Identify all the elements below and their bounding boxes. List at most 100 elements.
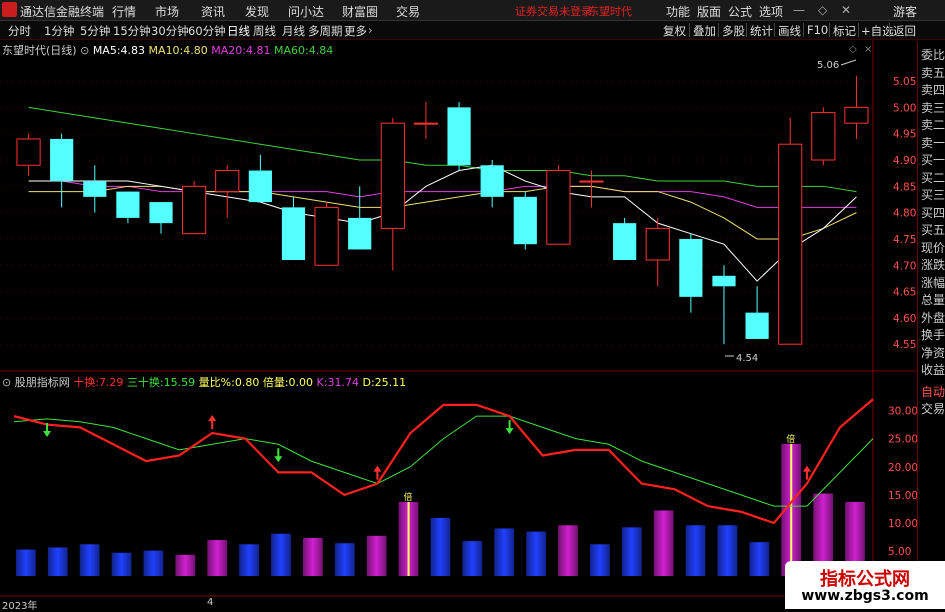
- volume-bar: [430, 517, 451, 576]
- candlesticks: [16, 75, 869, 345]
- volume-bar: [143, 550, 164, 576]
- price-tick-label: 5.05: [893, 76, 916, 88]
- side-panel-item[interactable]: 卖四: [921, 81, 945, 98]
- indicator-lines: [13, 398, 874, 525]
- volume-bar: [79, 544, 100, 576]
- volume-bar: [303, 537, 323, 576]
- side-panel-item[interactable]: 买四: [921, 204, 945, 221]
- bei-label: 倍: [404, 491, 413, 503]
- candle-body-down: [513, 196, 537, 245]
- indicator-tick-label: 30.00: [888, 406, 918, 418]
- volume-bar: [207, 540, 228, 576]
- side-panel-item[interactable]: 涨幅: [921, 274, 945, 291]
- kline-chart[interactable]: 倍倍 5.055.004.954.904.854.804.754.704.654…: [0, 0, 945, 609]
- price-tick-label: 4.55: [893, 339, 916, 351]
- indicator-tick-label: 5.00: [888, 546, 911, 558]
- side-panel-item[interactable]: 卖一: [921, 134, 945, 151]
- side-panel-item[interactable]: 委比: [921, 46, 945, 63]
- price-tick-label: 4.90: [893, 155, 916, 167]
- candle-body-down: [83, 181, 107, 197]
- candle-body-up: [182, 185, 207, 235]
- candle-body-down: [50, 138, 74, 182]
- side-panel-item[interactable]: 现价: [921, 239, 945, 256]
- volume-bar: [494, 528, 515, 576]
- volume-bar: [685, 525, 706, 576]
- vol-ratio-label: 量比%:: [198, 376, 235, 389]
- settings-icon[interactable]: ⊙: [80, 44, 89, 57]
- candle-body-down: [613, 223, 637, 260]
- volume-bar: [239, 544, 259, 576]
- bei-liang-label: 倍量:: [262, 376, 289, 389]
- chart-title: 东望时代(日线): [2, 44, 77, 57]
- ma10-label: MA10:: [148, 44, 184, 57]
- indicator-tick-label: 15.00: [888, 490, 918, 502]
- bei-label: 倍: [786, 433, 795, 445]
- diamond-icon[interactable]: ◇: [849, 44, 857, 55]
- candle-body-down: [149, 202, 173, 224]
- k-label: K:: [316, 376, 328, 389]
- indicator-title[interactable]: 股朋指标网: [15, 376, 70, 389]
- side-panel-item[interactable]: 卖五: [921, 64, 945, 81]
- down-arrow-icon: [274, 448, 283, 463]
- volume-bar: [462, 541, 483, 576]
- price-tick-label: 4.70: [893, 260, 916, 272]
- candle-body-up: [546, 170, 571, 245]
- candle-body-up: [314, 206, 339, 266]
- volume-bar: [558, 525, 578, 576]
- thirty-hs-value: 15.59: [163, 376, 196, 389]
- side-panel-item[interactable]: 卖二: [921, 116, 945, 133]
- close-pane-icon[interactable]: ×: [864, 44, 872, 55]
- vol-ratio-value: 0.80: [234, 376, 260, 389]
- side-panel-item[interactable]: 总量: [921, 291, 945, 308]
- price-tick-label: 5.00: [893, 102, 916, 114]
- thirty-hs-line: [13, 415, 874, 507]
- candle-body-down: [679, 238, 703, 297]
- side-panel-item[interactable]: 净资: [921, 344, 945, 361]
- volume-bar: [526, 531, 546, 576]
- ma20-value: 4.81: [245, 44, 271, 57]
- candle-body-up: [811, 112, 836, 161]
- candle-body-up: [380, 122, 405, 229]
- candle-body-down: [116, 191, 140, 218]
- ten-hs-label: 十换:: [73, 376, 99, 389]
- ma20-label: MA20:: [211, 44, 246, 57]
- ma5-value: 4.83: [120, 44, 146, 57]
- candle-body-up: [844, 106, 869, 124]
- candle-body-down: [348, 217, 372, 250]
- watermark-url: www.zbgs3.com: [801, 588, 929, 604]
- price-tick-label: 4.75: [893, 234, 916, 246]
- side-panel-item[interactable]: 收益: [921, 361, 945, 378]
- side-panel-item[interactable]: 买二: [921, 169, 945, 186]
- bei-liang-value: 0.00: [288, 376, 314, 389]
- volume-bars: 倍倍: [16, 433, 865, 576]
- ma60-label: MA60:: [273, 44, 309, 57]
- price-tick-label: 4.60: [893, 313, 916, 325]
- indicator-tick-label: 20.00: [888, 462, 918, 474]
- ma10-value: 4.80: [183, 44, 208, 57]
- watermark: 指标公式网 www.zbgs3.com: [785, 561, 945, 609]
- settings-icon[interactable]: ⊙: [2, 376, 11, 389]
- volume-bar: [366, 535, 387, 576]
- candle-body-down: [712, 275, 736, 287]
- price-tick-label: 4.65: [893, 287, 916, 299]
- side-panel-item[interactable]: 买三: [921, 186, 945, 203]
- candle-body-down: [447, 107, 471, 166]
- volume-bar: [271, 533, 291, 576]
- indicator-tick-label: 10.00: [888, 518, 918, 530]
- signal-arrows: [43, 415, 811, 480]
- price-tick-label: 4.85: [893, 181, 916, 193]
- auto-trade-toggle[interactable]: 自动: [921, 383, 945, 400]
- year-label: 2023年: [2, 601, 38, 612]
- ma-legend: 东望时代(日线) ⊙ MA5:4.83 MA10:4.80 MA20:4.81 …: [2, 42, 333, 58]
- side-panel-item[interactable]: 外盘: [921, 309, 945, 326]
- candle-body-up: [16, 138, 41, 166]
- volume-bar: [749, 542, 770, 576]
- side-panel-item[interactable]: 换手: [921, 326, 945, 343]
- low-price-label: 4.54: [736, 353, 758, 364]
- trade-button[interactable]: 交易: [921, 400, 945, 417]
- d-label: D:: [362, 376, 375, 389]
- side-panel-item[interactable]: 买五: [921, 221, 945, 238]
- side-panel-item[interactable]: 买一: [921, 151, 945, 168]
- side-panel-item[interactable]: 卖三: [921, 99, 945, 116]
- side-panel-item[interactable]: 涨跌: [921, 256, 945, 273]
